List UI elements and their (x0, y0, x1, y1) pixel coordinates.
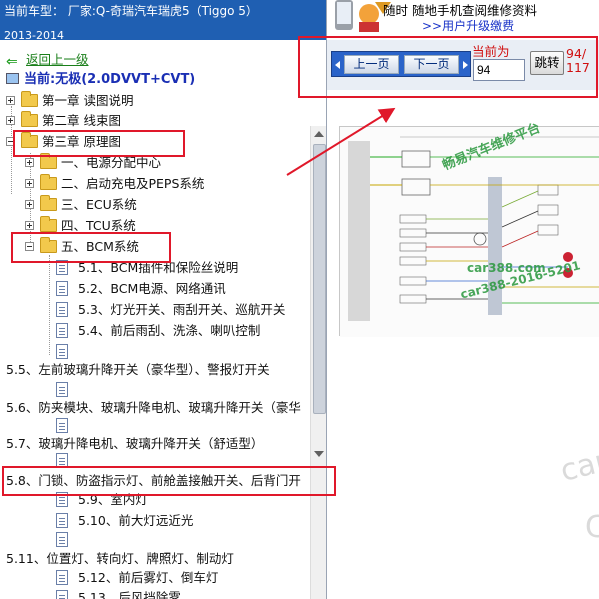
tree-item-label: 5.10、前大灯远近光 (78, 513, 194, 528)
tree-item-label: 第二章 线束图 (42, 113, 121, 128)
page-number-input[interactable] (473, 59, 525, 81)
page-nav-bar: 上一页 下一页 (331, 51, 471, 77)
document-icon (56, 382, 68, 397)
document-view: car3 C 畅易汽车维修平台 car388.com car388-2016-5… (327, 90, 599, 599)
document-icon (56, 513, 68, 528)
document-icon (56, 344, 68, 359)
next-page-button[interactable]: 下一页 (404, 55, 459, 74)
document-icon (56, 453, 68, 468)
collapse-minus-icon[interactable] (25, 242, 34, 251)
document-icon (56, 532, 68, 547)
car-year-text: 2013-2014 (4, 29, 64, 40)
car-model-header: 当前车型： 厂家:Q-奇瑞汽车瑞虎5（Tiggo 5） 2013-2014 (0, 0, 326, 40)
tree-item-label: 5.11、位置灯、转向灯、牌照灯、制动灯 (6, 551, 234, 566)
folder-open-icon (40, 237, 57, 253)
promo-banner: 随时 随地手机查阅维修资料 >>用户升级缴费 (327, 0, 599, 34)
tree-item-label: 第一章 读图说明 (42, 93, 134, 108)
tree-item-label: 5.7、玻璃升降电机、玻璃升降开关（舒适型） (6, 436, 264, 451)
background-watermark: car3 (557, 438, 599, 489)
tree-item-label: 5.5、左前玻璃升降开关（豪华型）、警报灯开关 (6, 362, 270, 377)
document-icon (56, 418, 68, 433)
right-arrow-icon[interactable] (463, 61, 468, 69)
computer-icon (6, 73, 19, 84)
tree-item-label: 5.12、前后雾灯、倒车灯 (78, 570, 219, 585)
jump-button[interactable]: 跳转 (530, 51, 564, 75)
current-page-label: 当前为 (472, 44, 510, 59)
scrollbar-thumb[interactable] (313, 144, 326, 414)
tree-item-label: 第三章 原理图 (42, 134, 121, 149)
tree-scrollbar[interactable] (310, 126, 326, 599)
scroll-up-icon[interactable] (314, 131, 324, 137)
tree-connector (49, 255, 50, 355)
left-arrow-icon[interactable] (335, 61, 340, 69)
tree-item-label: 一、电源分配中心 (61, 155, 162, 170)
document-icon (56, 570, 68, 585)
document-icon (56, 590, 68, 599)
back-link[interactable]: 返回上一级 (26, 50, 89, 70)
document-icon (56, 302, 68, 317)
background-watermark: C (585, 510, 599, 545)
folder-icon (21, 111, 38, 127)
collapse-minus-icon[interactable] (6, 137, 15, 146)
chapter-tree: ⇐ 返回上一级 当前:无极(2.0DVVT+CVT) 第一章 读图说明 第二章 … (0, 46, 310, 599)
tree-item-label: 三、ECU系统 (61, 197, 137, 212)
app-window: 当前车型： 厂家:Q-奇瑞汽车瑞虎5（Tiggo 5） 2013-2014 ⇐ … (0, 0, 599, 599)
expand-plus-icon[interactable] (6, 116, 15, 125)
upgrade-link[interactable]: >>用户升级缴费 (422, 17, 514, 34)
document-icon (56, 281, 68, 296)
folder-icon (40, 153, 57, 169)
folder-icon (40, 216, 57, 232)
tree-item-label: 5.8、门锁、防盗指示灯、前舱盖接触开关、后背门开 (6, 473, 301, 488)
page-count-total: 117 (566, 60, 590, 75)
tree-item-label: 5.9、室内灯 (78, 492, 148, 507)
tree-item-label: 5.3、灯光开关、雨刮开关、巡航开关 (78, 302, 286, 317)
folder-icon (40, 174, 57, 190)
folder-icon (21, 91, 38, 107)
viewer-panel: 随时 随地手机查阅维修资料 >>用户升级缴费 上一页 下一页 当前为 跳转 94… (327, 0, 599, 599)
tree-item-label: 5.1、BCM插件和保险丝说明 (78, 260, 239, 275)
expand-plus-icon[interactable] (25, 221, 34, 230)
tree-item-label: 5.4、前后雨刮、洗涤、喇叭控制 (78, 323, 261, 338)
tree-item-label: 四、TCU系统 (61, 218, 136, 233)
document-icon (56, 492, 68, 507)
tree-item-label: 5.2、BCM电源、网络通讯 (78, 281, 226, 296)
current-model-label: 当前:无极(2.0DVVT+CVT) (24, 72, 196, 87)
left-panel: 当前车型： 厂家:Q-奇瑞汽车瑞虎5（Tiggo 5） 2013-2014 ⇐ … (0, 0, 327, 599)
folder-icon (40, 195, 57, 211)
expand-plus-icon[interactable] (25, 179, 34, 188)
tree-item-label: 5.6、防夹模块、玻璃升降电机、玻璃升降开关（豪华 (6, 400, 301, 415)
car-model-text: 当前车型： 厂家:Q-奇瑞汽车瑞虎5（Tiggo 5） (4, 4, 258, 18)
scroll-down-icon[interactable] (314, 451, 324, 457)
page-toolbar: 上一页 下一页 当前为 跳转 94/ 117 (327, 40, 599, 90)
expand-plus-icon[interactable] (25, 158, 34, 167)
document-icon (56, 323, 68, 338)
page-count-current: 94/ (566, 46, 587, 61)
tree-item-label: 5.13、后风挡除雾 (78, 590, 181, 599)
document-icon (56, 260, 68, 275)
expand-plus-icon[interactable] (25, 200, 34, 209)
prev-page-button[interactable]: 上一页 (344, 55, 399, 74)
folder-open-icon (21, 132, 38, 148)
page-count: 94/ 117 (566, 47, 590, 75)
tree-item-label: 五、BCM系统 (61, 239, 139, 254)
tree-item-label: 二、启动充电及PEPS系统 (61, 176, 205, 191)
expand-plus-icon[interactable] (6, 96, 15, 105)
back-arrow-icon: ⇐ (6, 54, 18, 70)
